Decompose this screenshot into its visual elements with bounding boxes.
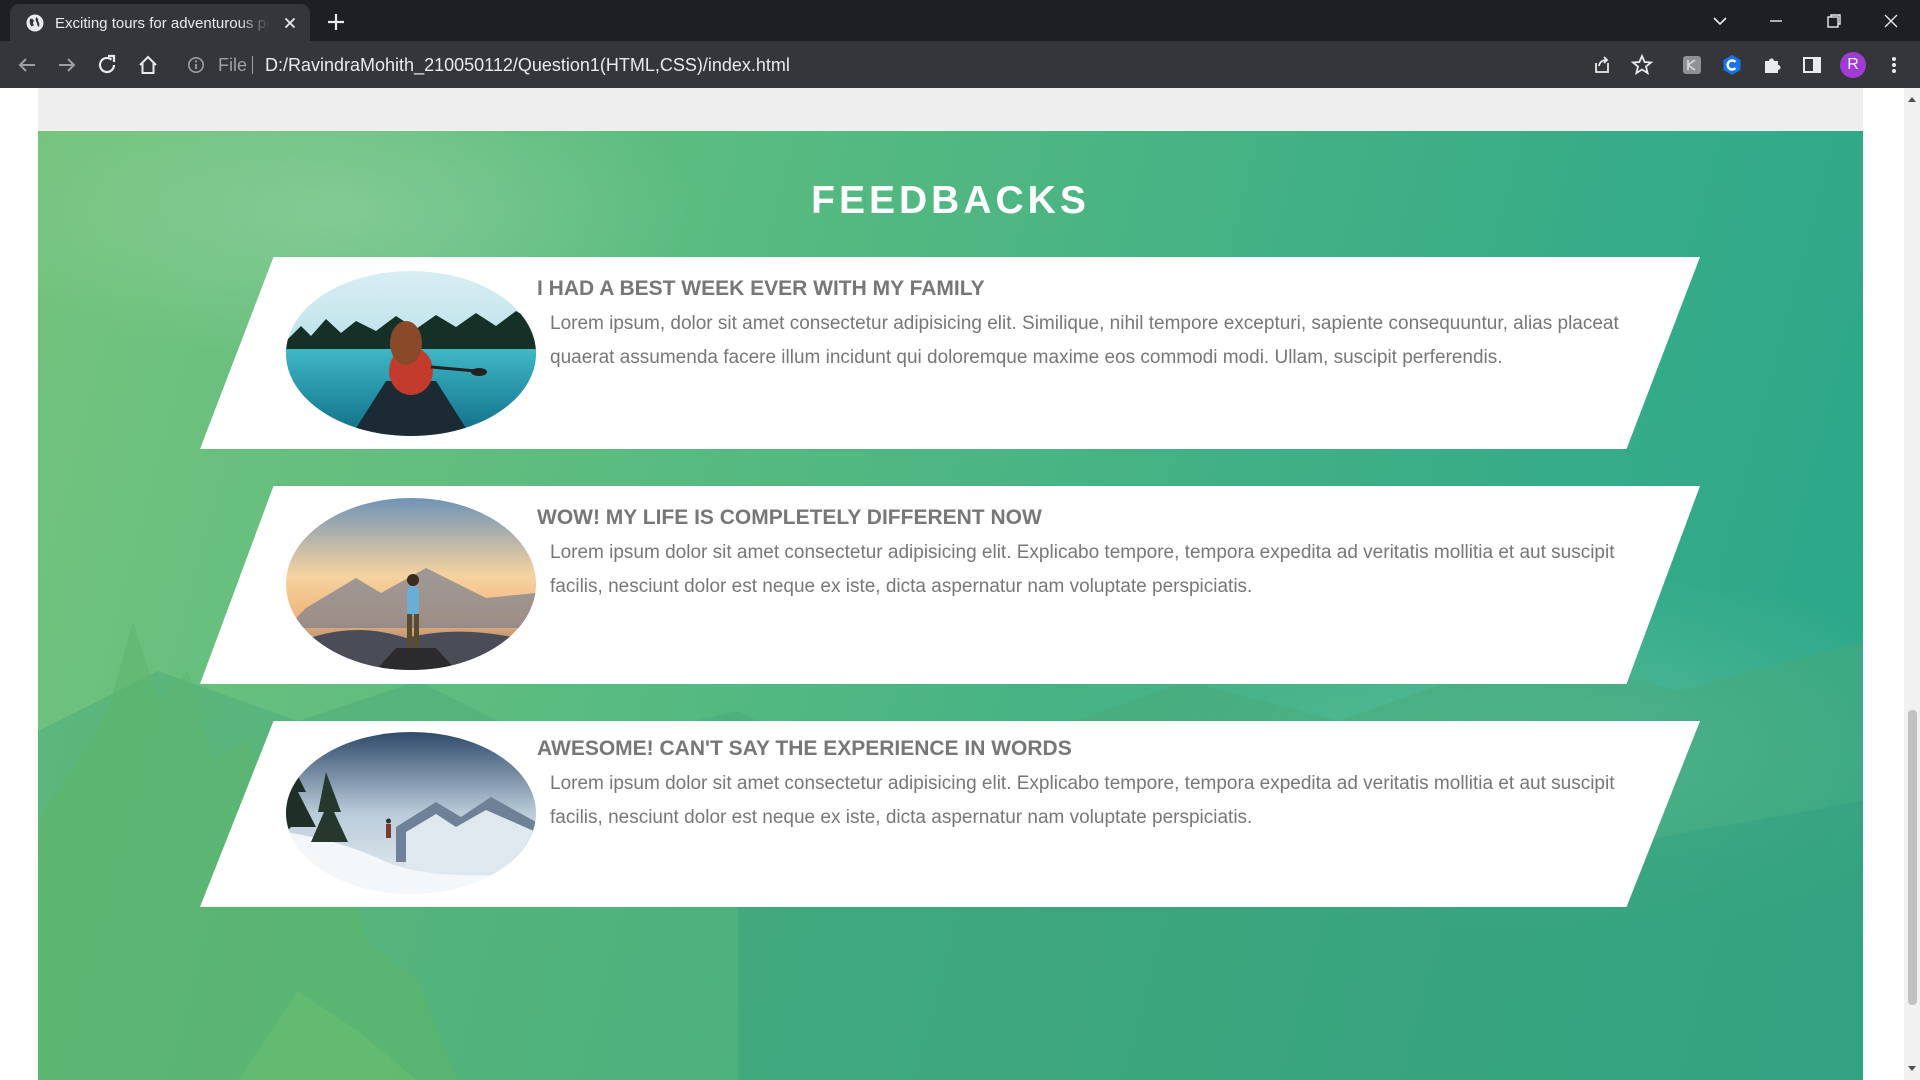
close-window-icon[interactable] <box>1863 0 1919 41</box>
feedback-text: Lorem ipsum dolor sit amet consectetur a… <box>550 542 1615 597</box>
address-scheme-label: File <box>218 55 248 75</box>
globe-favicon-icon <box>26 14 44 32</box>
chrome-menu-dots-icon[interactable] <box>1880 51 1908 79</box>
site-info-icon[interactable] <box>187 56 205 79</box>
feedback-text: Lorem ipsum, dolor sit amet consectetur … <box>550 313 1619 368</box>
new-tab-plus-icon[interactable] <box>322 8 350 36</box>
man-on-mountain-sunrise-photo <box>286 498 536 670</box>
feedback-headline: WOW! my life is completely different now <box>537 506 1042 529</box>
feedback-card-3: Awesome! can't say the experience in wor… <box>200 721 1700 907</box>
feedback-text: Lorem ipsum dolor sit amet consectetur a… <box>550 773 1615 828</box>
address-separator <box>252 56 253 74</box>
browser-tab-strip: Exciting tours for adventurous people <box>0 0 1920 41</box>
side-panel-icon[interactable] <box>1798 51 1826 79</box>
scroll-down-arrow-icon[interactable] <box>1908 1064 1916 1072</box>
address-bar[interactable]: File D:/RavindraMohith_210050112/Questio… <box>174 51 1651 79</box>
scrollbar-thumb[interactable] <box>1908 710 1917 1005</box>
snowy-mountain-hiker-photo <box>286 732 536 894</box>
profile-avatar[interactable]: R <box>1840 52 1866 78</box>
extension-grey-icon[interactable] <box>1678 51 1706 79</box>
home-icon[interactable] <box>134 51 162 79</box>
back-arrow-icon[interactable] <box>13 51 41 79</box>
page-scrollbar[interactable] <box>1904 88 1920 1080</box>
tab-title: Exciting tours for adventurous people <box>55 15 270 32</box>
extension-blue-hexagon-icon[interactable] <box>1718 51 1746 79</box>
tab-close-icon[interactable] <box>280 13 300 33</box>
forward-arrow-icon[interactable] <box>53 51 81 79</box>
feedbacks-section: FEEDBACKS I had <box>38 131 1863 1080</box>
browser-tab-active[interactable]: Exciting tours for adventurous people <box>10 4 310 41</box>
extensions-puzzle-icon[interactable] <box>1758 51 1786 79</box>
woman-in-canoe-lake-photo <box>286 271 536 436</box>
page-viewport: FEEDBACKS I had <box>0 88 1904 1080</box>
scroll-up-arrow-icon[interactable] <box>1908 96 1916 104</box>
restore-window-icon[interactable] <box>1806 0 1862 41</box>
previous-section-bottom <box>38 88 1863 131</box>
tab-search-chevron-icon[interactable] <box>1692 0 1748 41</box>
feedback-headline: Awesome! can't say the experience in wor… <box>537 737 1072 760</box>
section-title: FEEDBACKS <box>811 179 1090 222</box>
feedback-headline: I had a best week ever with my family <box>537 277 985 300</box>
minimize-window-icon[interactable] <box>1748 0 1804 41</box>
address-url-text[interactable]: D:/RavindraMohith_210050112/Question1(HT… <box>265 54 790 76</box>
feedback-card-2: WOW! my life is completely different now… <box>200 486 1700 684</box>
feedback-card-1: I had a best week ever with my family Lo… <box>200 257 1700 449</box>
reload-icon[interactable] <box>93 51 121 79</box>
